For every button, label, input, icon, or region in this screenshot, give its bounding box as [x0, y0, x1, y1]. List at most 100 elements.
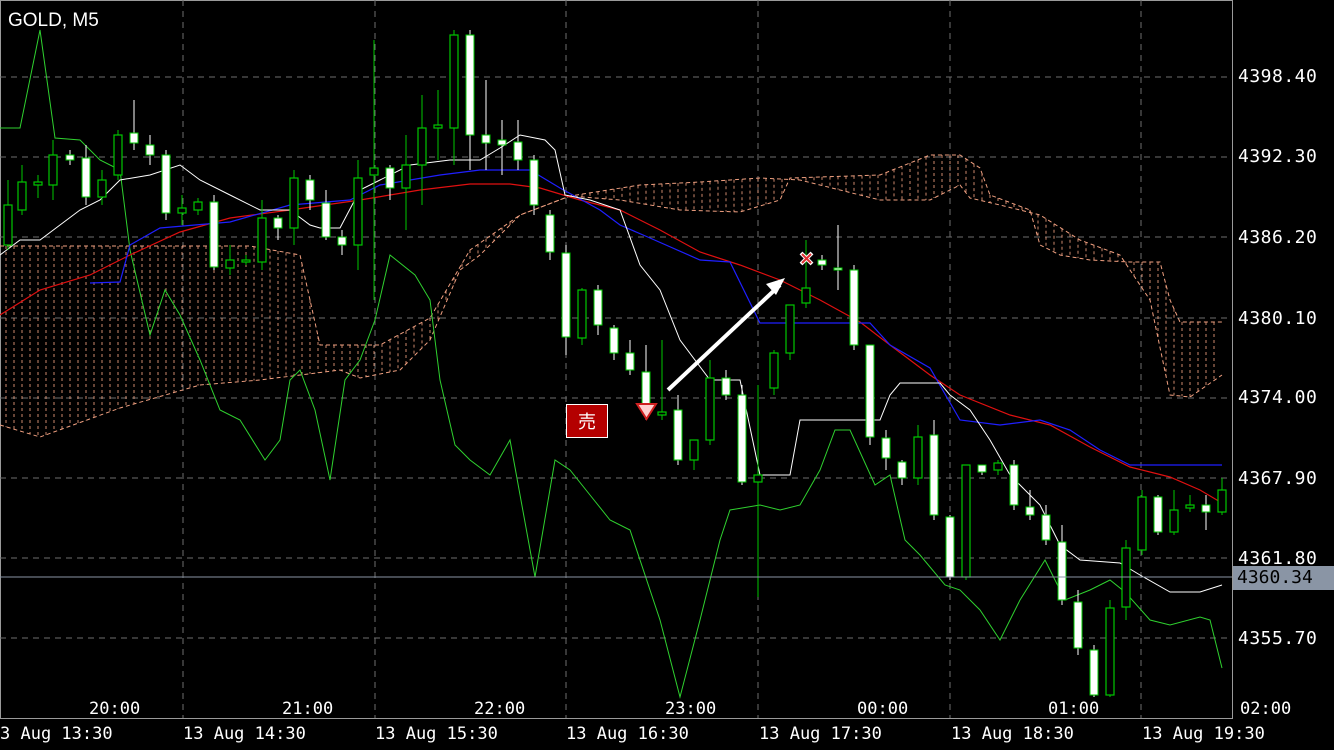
candle-body-bear [65, 154, 75, 161]
time-tick-date: 13 Aug 18:30 [951, 724, 1074, 744]
candle-body-bear [1073, 601, 1083, 649]
time-tick-hour: 20:00 [89, 699, 141, 719]
candle-body-bull [785, 304, 795, 354]
candle-body-bull [1169, 509, 1179, 533]
candle-body-bear [817, 259, 827, 266]
candle-body-bull [1137, 496, 1147, 551]
candle-body-bear [881, 437, 891, 459]
candle-body-bull [289, 177, 299, 229]
sell-order-badge[interactable]: 売 [566, 404, 608, 438]
candle-body-bear [609, 327, 619, 354]
candle-body-bull [1217, 489, 1227, 513]
candle-body-bull [433, 124, 443, 129]
candle-body-bear [545, 214, 555, 253]
candle-body-bull [577, 289, 587, 339]
candle-body-bear [673, 409, 683, 461]
candle-body-bear [1009, 464, 1019, 506]
candle-body-bear [1153, 496, 1163, 533]
chart-border [0, 0, 1233, 719]
candlesticks [3, 30, 1227, 697]
candle-body-bear [481, 134, 491, 144]
candle-body-bear [897, 461, 907, 479]
candle-body-bull [657, 411, 667, 416]
candle-body-bear [1041, 514, 1051, 541]
candle-body-bull [913, 436, 923, 479]
candle-body-bull [177, 207, 187, 214]
candle-body-bear [1025, 506, 1035, 516]
candle-body-bear [1201, 504, 1211, 513]
time-tick-date: 13 Aug 16:30 [566, 724, 689, 744]
candle-body-bull [417, 127, 427, 166]
candle-body-bear [385, 167, 395, 189]
candle-body-bull [769, 352, 779, 389]
candle-body-bear [337, 236, 347, 246]
price-tick: 4386.20 [1238, 227, 1318, 248]
candle-body-bear [1089, 649, 1099, 696]
candle-body-bull [225, 259, 235, 269]
candle-body-bull [401, 164, 411, 189]
candle-body-bull [3, 204, 13, 246]
time-tick-hour: 23:00 [665, 699, 717, 719]
price-tick: 4374.00 [1238, 387, 1318, 408]
candle-body-bear [273, 217, 283, 229]
candle-body-bear [625, 352, 635, 371]
time-tick-date: 3 Aug 13:30 [0, 724, 113, 744]
time-tick-hour: 01:00 [1048, 699, 1100, 719]
candle-body-bear [465, 34, 475, 136]
candle-body-bull [353, 177, 363, 246]
time-tick-hour: 22:00 [474, 699, 526, 719]
candle-body-bear [161, 154, 171, 214]
candle-body-bull [449, 34, 459, 129]
candle-body-bull [257, 217, 267, 263]
candle-body-bear [129, 132, 139, 144]
candle-body-bull [1185, 504, 1195, 509]
candle-body-bull [369, 167, 379, 176]
candle-body-bull [961, 464, 971, 578]
price-tick: 4367.90 [1238, 468, 1318, 489]
candle-body-bear [305, 179, 315, 201]
trend-arrow-head [766, 278, 785, 295]
candle-body-bear [833, 267, 843, 271]
price-tick: 4355.70 [1238, 628, 1318, 649]
candle-body-bull [97, 179, 107, 198]
sell-arrow-icon [635, 403, 658, 421]
time-tick-hour: 00:00 [857, 699, 909, 719]
candle-body-bear [929, 434, 939, 516]
candle-body-bull [993, 462, 1003, 471]
candle-body-bear [865, 344, 875, 438]
candle-body-bull [17, 181, 27, 211]
candle-body-bear [529, 159, 539, 206]
candle-body-bear [593, 289, 603, 326]
symbol-label: GOLD, M5 [8, 10, 99, 31]
time-tick-date: 13 Aug 17:30 [759, 724, 882, 744]
senkou-span-a [0, 154, 1222, 346]
time-tick-hour: 02:00 [1240, 699, 1292, 719]
time-tick-date: 13 Aug 14:30 [183, 724, 306, 744]
candle-body-bull [33, 181, 43, 186]
price-tick: 4398.40 [1238, 66, 1318, 87]
ichimoku-cloud [0, 154, 1223, 438]
candle-body-bear [945, 516, 955, 578]
time-tick-date: 13 Aug 15:30 [375, 724, 498, 744]
grid-lines [0, 0, 1232, 718]
price-tick: 4392.30 [1238, 146, 1318, 167]
candle-body-bear [561, 252, 571, 338]
candle-body-bear [209, 201, 219, 268]
candle-body-bear [497, 139, 507, 146]
candle-body-bull [1105, 607, 1115, 696]
time-tick-date: 13 Aug 19:30 [1142, 724, 1265, 744]
trend-arrow-icon [666, 283, 782, 392]
candle-body-bear [849, 269, 859, 346]
candle-body-bull [753, 474, 763, 483]
candle-body-bear [321, 202, 331, 238]
candle-body-bull [48, 154, 58, 186]
candle-body-bear [145, 144, 155, 156]
candle-body-bull [193, 201, 203, 211]
candle-body-bear [721, 377, 731, 396]
candle-body-bull [801, 287, 811, 304]
price-chart[interactable] [0, 0, 1334, 750]
candle-body-bull [241, 259, 251, 263]
current-price-label: 4360.34 [1233, 566, 1334, 590]
time-tick-hour: 21:00 [282, 699, 334, 719]
candle-body-bear [513, 141, 523, 161]
